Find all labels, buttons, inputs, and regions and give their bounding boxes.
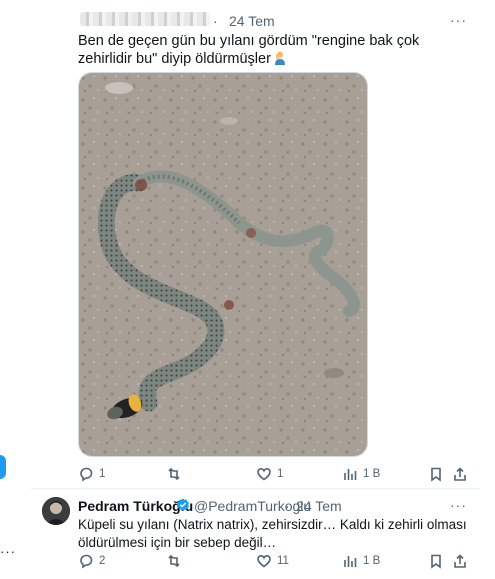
tweet-photo[interactable] [78,72,368,457]
share-icon [454,554,466,568]
more-options-icon[interactable]: ··· [450,12,467,28]
blurred-author-name [80,12,210,26]
views-button[interactable]: 1 B [342,552,380,570]
more-options-icon[interactable]: ··· [450,497,467,513]
separator-dot: · [213,13,218,29]
share-button[interactable] [452,465,468,483]
verified-badge-icon [177,498,189,511]
heart-icon [257,554,271,568]
reply-count: 2 [99,555,106,567]
reply-tweet[interactable]: · 24 Tem ··· Ben de geçen gün bu yılanı … [30,0,480,489]
analytics-icon [344,556,357,567]
retweet-button[interactable] [166,552,187,570]
analytics-icon [344,469,357,480]
tweet-text: Küpeli su yılanı (Natrix natrix), zehirs… [78,517,467,550]
like-button[interactable]: 1 [256,465,283,483]
separator-dot: · [285,498,290,514]
retweet-button[interactable] [166,465,187,483]
heart-icon [257,467,271,481]
avatar[interactable] [42,497,70,525]
reply-button[interactable]: 2 [78,552,105,570]
tweet-timestamp[interactable]: 24 Tem [229,13,275,29]
retweet-icon [168,467,180,481]
reply-button[interactable]: 1 [78,465,105,483]
tweet-timestamp[interactable]: 24 Tem [296,498,342,514]
tweet-text: Ben de geçen gün bu yılanı gördüm "rengi… [78,32,453,68]
reply-count: 1 [99,468,106,480]
like-count: 1 [277,468,284,480]
person-facepalming-icon [274,52,285,65]
views-button[interactable]: 1 B [342,465,380,483]
view-count: 1 B [363,468,381,480]
bookmark-icon [431,467,441,482]
bookmark-button[interactable] [428,552,444,570]
bookmark-icon [431,554,441,569]
like-count: 11 [277,555,289,567]
view-count: 1 B [363,555,381,567]
avatar-image [42,497,70,525]
reply-tweet[interactable]: Pedram Türkoğlu @PedramTurkoglu · 24 Tem… [30,489,480,579]
tweet-actions: 1 1 1 B [78,465,466,485]
reply-thread: · 24 Tem ··· Ben de geçen gün bu yılanı … [30,0,480,579]
snake-photo-image [79,73,367,456]
reply-icon [80,554,93,569]
tweet-actions: 2 11 1 B [78,552,466,572]
like-button[interactable]: 11 [256,552,289,570]
tweet-text-content: Ben de geçen gün bu yılanı gördüm "rengi… [78,33,420,67]
share-button[interactable] [452,552,468,570]
retweet-icon [168,554,180,568]
share-icon [454,467,466,481]
sidebar-accent-button[interactable] [0,455,6,479]
reply-icon [80,467,93,482]
sidebar-more-button[interactable]: ··· [0,544,16,559]
author-handle[interactable]: @PedramTurkoglu [194,498,311,514]
bookmark-button[interactable] [428,465,444,483]
